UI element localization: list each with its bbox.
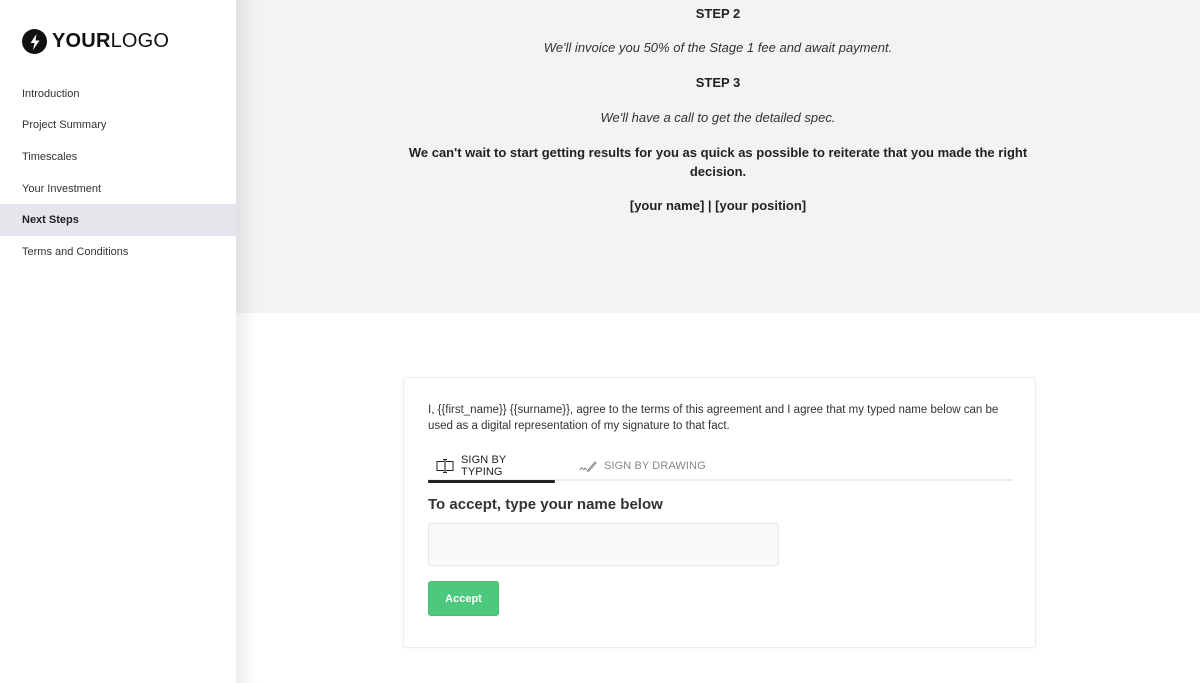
sidebar: YOURLOGO Introduction Project Summary Ti… <box>0 0 236 683</box>
accept-button[interactable]: Accept <box>428 581 499 616</box>
sidebar-item-terms-and-conditions[interactable]: Terms and Conditions <box>0 236 236 268</box>
step-3-text: We'll have a call to get the detailed sp… <box>600 110 836 125</box>
logo-text: YOURLOGO <box>52 30 170 52</box>
tab-sign-by-typing-label: SIGN BY TYPING <box>461 453 507 478</box>
sidebar-item-timescales[interactable]: Timescales <box>0 141 236 173</box>
text-cursor-icon <box>436 458 454 473</box>
sidebar-item-introduction[interactable]: Introduction <box>0 78 236 110</box>
logo[interactable]: YOURLOGO <box>22 29 169 54</box>
agreement-text: I, {{first_name}} {{surname}}, agree to … <box>428 404 999 432</box>
sidebar-item-project-summary[interactable]: Project Summary <box>0 110 236 142</box>
accept-heading: To accept, type your name below <box>428 496 663 513</box>
sidebar-nav: Introduction Project Summary Timescales … <box>0 78 236 268</box>
name-input[interactable] <box>428 523 779 566</box>
signature-card: I, {{first_name}} {{surname}}, agree to … <box>403 377 1036 648</box>
step-2-text: We'll invoice you 50% of the Stage 1 fee… <box>543 40 893 55</box>
lightning-bolt-icon <box>22 29 47 54</box>
signature-tabs: SIGN BY TYPING SIGN BY DRAWING <box>428 450 1013 483</box>
tab-sign-by-typing[interactable]: SIGN BY TYPING <box>428 450 555 483</box>
pen-icon <box>579 460 597 472</box>
next-steps-section: STEP 2 We'll invoice you 50% of the Stag… <box>236 0 1200 313</box>
step-2-heading: STEP 2 <box>695 6 741 21</box>
closing-statement: We can't wait to start getting results f… <box>408 145 1028 179</box>
tab-sign-by-drawing[interactable]: SIGN BY DRAWING <box>571 450 714 481</box>
sidebar-item-next-steps[interactable]: Next Steps <box>0 204 236 236</box>
signature-line: [your name] | [your position] <box>629 198 807 213</box>
sidebar-item-your-investment[interactable]: Your Investment <box>0 173 236 205</box>
step-3-heading: STEP 3 <box>695 75 741 90</box>
tab-sign-by-drawing-label: SIGN BY DRAWING <box>604 459 706 472</box>
